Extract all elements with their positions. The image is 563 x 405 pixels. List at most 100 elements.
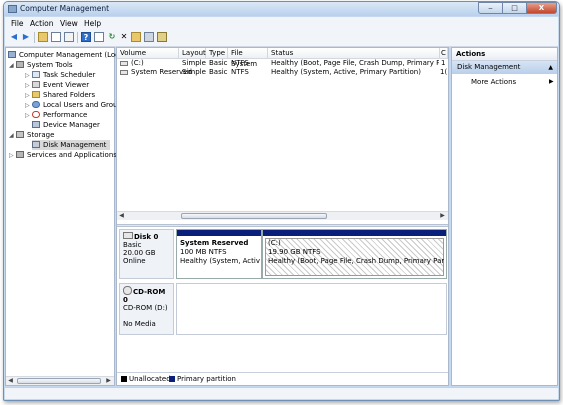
volume-list-horizontal-scrollbar[interactable]: ◀ ▶ <box>117 211 448 220</box>
cdrom-0-drive: CD-ROM (D:) <box>123 304 168 312</box>
title-bar[interactable]: Computer Management ‒ □ X <box>4 2 559 16</box>
expand-arrow-icon[interactable]: ▷ <box>25 112 30 119</box>
scroll-right-icon[interactable]: ▶ <box>104 377 113 385</box>
menu-file[interactable]: File <box>11 19 24 28</box>
collapse-up-icon[interactable]: ▲ <box>548 61 553 74</box>
computer-icon <box>8 51 16 58</box>
more-actions-item[interactable]: More Actions <box>471 78 516 86</box>
expand-arrow-icon[interactable]: ▷ <box>25 82 30 89</box>
disk-0-kind: Basic <box>123 241 142 249</box>
disk-0-info[interactable]: Disk 0 Basic 20.00 GB Online <box>119 229 174 279</box>
tree-item-label: Disk Management <box>43 141 107 149</box>
volume-layout: Simple <box>182 68 206 76</box>
console-view-icon[interactable] <box>94 32 104 42</box>
disk-properties-icon[interactable] <box>157 32 167 42</box>
disk-0-state: Online <box>123 257 146 265</box>
disk-icon <box>123 232 133 239</box>
submenu-arrow-icon[interactable]: ▶ <box>549 78 554 85</box>
up-folder-icon[interactable] <box>38 32 48 42</box>
maximize-button[interactable]: □ <box>502 2 527 14</box>
cdrom-0-media: No Media <box>123 320 156 328</box>
shared-folder-icon <box>32 91 40 98</box>
expand-arrow-icon[interactable]: ▷ <box>25 102 30 109</box>
expand-arrow-icon[interactable]: ▷ <box>25 72 30 79</box>
rescan-disks-icon[interactable] <box>144 32 154 42</box>
tree-item-event-viewer[interactable]: Event Viewer <box>32 80 89 90</box>
tree-item-storage[interactable]: Storage <box>16 130 54 140</box>
more-actions-label: More Actions <box>471 78 517 86</box>
actions-section-label: Disk Management <box>457 63 521 71</box>
disk-0-size: 20.00 GB <box>123 249 156 257</box>
menu-view[interactable]: View <box>60 19 78 28</box>
menu-action[interactable]: Action <box>30 19 54 28</box>
tree-item-performance[interactable]: Performance <box>32 110 87 120</box>
volume-capacity: 1 <box>441 59 446 67</box>
unallocated-swatch <box>121 376 127 382</box>
open-icon[interactable] <box>131 32 141 42</box>
volume-fs: NTFS <box>231 59 249 67</box>
properties-icon[interactable] <box>64 32 74 42</box>
column-header-capacity[interactable]: C <box>440 48 448 59</box>
expand-arrow-icon[interactable]: ▷ <box>9 152 14 159</box>
toolbar-separator <box>77 32 78 43</box>
back-arrow-icon[interactable]: ◀ <box>9 32 19 42</box>
volume-icon <box>120 61 128 66</box>
tree-item-shared-folders[interactable]: Shared Folders <box>32 90 95 100</box>
disk-0-name: Disk 0 <box>134 233 159 241</box>
collapse-arrow-icon[interactable]: ◢ <box>9 132 14 139</box>
toolbar-separator <box>34 32 35 43</box>
partition-status: Healthy (Boot, Page File, Crash Dump, Pr… <box>268 257 444 265</box>
refresh-icon[interactable]: ↻ <box>107 32 117 42</box>
expand-arrow-icon[interactable]: ▷ <box>25 92 30 99</box>
actions-title: Actions <box>452 48 557 61</box>
cdrom-0-header: CD-ROM 0 <box>123 286 170 304</box>
partition-c[interactable]: (C:) 19.90 GB NTFS Healthy (Boot, Page F… <box>262 229 447 279</box>
tree-item-device-manager[interactable]: Device Manager <box>32 120 100 130</box>
tree-item-services[interactable]: Services and Applications <box>16 150 117 160</box>
menu-help[interactable]: Help <box>84 19 101 28</box>
disk-management-pane: Volume Layout Type File System Status C … <box>116 47 449 386</box>
partition-system-reserved[interactable]: System Reserved 100 MB NTFS Healthy (Sys… <box>176 229 262 279</box>
tree-item-task-scheduler[interactable]: Task Scheduler <box>32 70 95 80</box>
volume-type: Basic <box>209 68 228 76</box>
device-manager-icon <box>32 121 40 128</box>
tree-item-system-tools[interactable]: System Tools <box>16 60 73 70</box>
column-header-type[interactable]: Type <box>206 48 228 59</box>
scroll-left-icon[interactable]: ◀ <box>6 377 15 385</box>
tree-item-label: Performance <box>43 111 88 119</box>
scroll-left-icon[interactable]: ◀ <box>117 212 126 220</box>
collapse-arrow-icon[interactable]: ◢ <box>9 62 14 69</box>
window-title: Computer Management <box>20 4 110 13</box>
column-header-layout[interactable]: Layout <box>179 48 206 59</box>
graphical-disk-view: Disk 0 Basic 20.00 GB Online System Rese… <box>117 227 448 372</box>
delete-icon[interactable]: ✕ <box>119 32 129 42</box>
tree-item-label: System Tools <box>27 61 73 69</box>
status-bar <box>5 387 558 399</box>
users-icon <box>32 101 40 108</box>
close-button[interactable]: X <box>526 2 557 14</box>
partition-color-bar <box>263 230 446 236</box>
tree-item-disk-management[interactable]: Disk Management <box>32 140 111 150</box>
help-icon[interactable]: ? <box>81 32 91 42</box>
event-viewer-icon <box>32 81 40 88</box>
column-header-volume[interactable]: Volume <box>117 48 179 59</box>
tree-item-label: Event Viewer <box>43 81 90 89</box>
show-hide-tree-icon[interactable] <box>51 32 61 42</box>
minimize-button[interactable]: ‒ <box>478 2 503 14</box>
actions-section-disk-management[interactable]: Disk Management ▲ <box>452 61 557 74</box>
cdrom-0-info[interactable]: CD-ROM 0 CD-ROM (D:) No Media <box>119 283 174 335</box>
column-header-status[interactable]: Status <box>268 48 440 59</box>
column-header-file-system[interactable]: File System <box>228 48 268 68</box>
scroll-right-icon[interactable]: ▶ <box>438 212 447 220</box>
volume-status: Healthy (Boot, Page File, Crash Dump, Pr… <box>271 59 439 67</box>
forward-arrow-icon[interactable]: ▶ <box>21 32 31 42</box>
tree-item-local-users[interactable]: Local Users and Groups <box>32 100 126 110</box>
scroll-thumb[interactable] <box>181 213 327 219</box>
volume-status: Healthy (System, Active, Primary Partiti… <box>271 68 421 76</box>
legend-primary: Primary partition <box>177 375 236 383</box>
tree-item-label: Computer Management (Local <box>19 51 126 59</box>
computer-management-icon <box>8 5 17 13</box>
tree-horizontal-scrollbar[interactable]: ◀ ▶ <box>6 376 114 385</box>
scroll-thumb[interactable] <box>17 378 101 384</box>
tree-item-root[interactable]: Computer Management (Local <box>8 50 125 60</box>
